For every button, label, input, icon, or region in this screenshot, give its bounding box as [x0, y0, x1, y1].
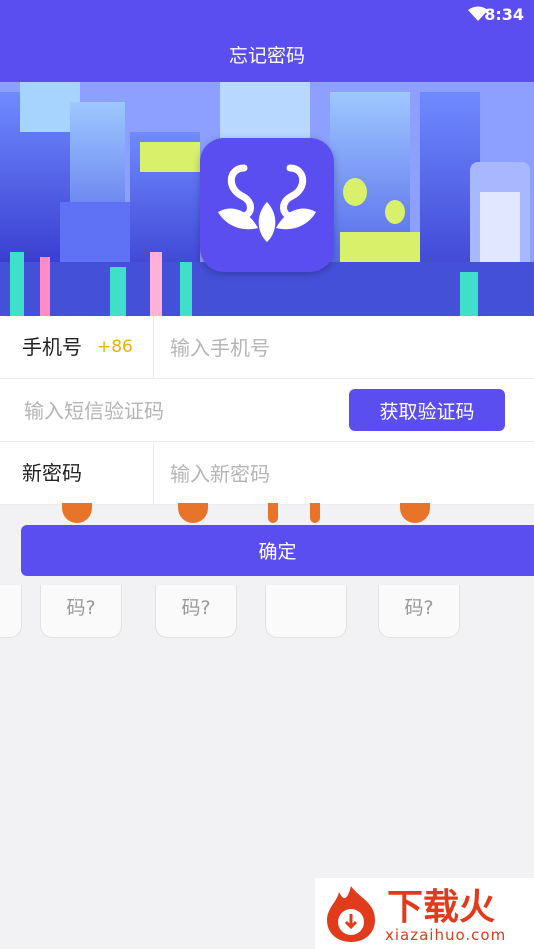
country-code[interactable]: +86: [97, 316, 133, 378]
swan-icon: [218, 164, 316, 242]
get-code-button[interactable]: 获取验证码: [349, 389, 505, 431]
decor-shape: [62, 503, 92, 523]
status-time: 8:34: [484, 5, 524, 24]
app-logo: [200, 138, 334, 272]
page-title: 忘记密码: [0, 30, 534, 82]
phone-label: 手机号: [22, 335, 82, 359]
confirm-button[interactable]: 确定: [21, 525, 534, 576]
divider: [153, 316, 154, 378]
watermark: 下载火 xiazaihuo.com: [315, 878, 534, 949]
decor-card: [0, 585, 22, 638]
status-bar: 8:34: [0, 0, 534, 30]
decor-card: 码?: [378, 585, 460, 638]
flame-logo-icon: [327, 886, 375, 942]
new-password-input[interactable]: [168, 452, 522, 496]
password-label: 新密码: [22, 461, 82, 485]
decor-card: 码?: [40, 585, 122, 638]
sms-row: 获取验证码: [0, 379, 534, 442]
phone-row: 手机号 +86: [0, 316, 534, 379]
watermark-url: xiazaihuo.com: [385, 926, 507, 944]
reset-form: 手机号 +86 获取验证码 新密码: [0, 316, 534, 505]
decor-shape: [310, 503, 320, 523]
decor-shape: [400, 503, 430, 523]
sms-code-input[interactable]: [22, 389, 336, 433]
decor-card: 码?: [155, 585, 237, 638]
watermark-brand: 下载火: [387, 887, 496, 928]
phone-input[interactable]: [168, 326, 522, 370]
decor-shape: [178, 503, 208, 523]
decor-shape: [268, 503, 278, 523]
divider: [153, 442, 154, 504]
decor-card: [265, 585, 347, 638]
password-row: 新密码: [0, 442, 534, 505]
